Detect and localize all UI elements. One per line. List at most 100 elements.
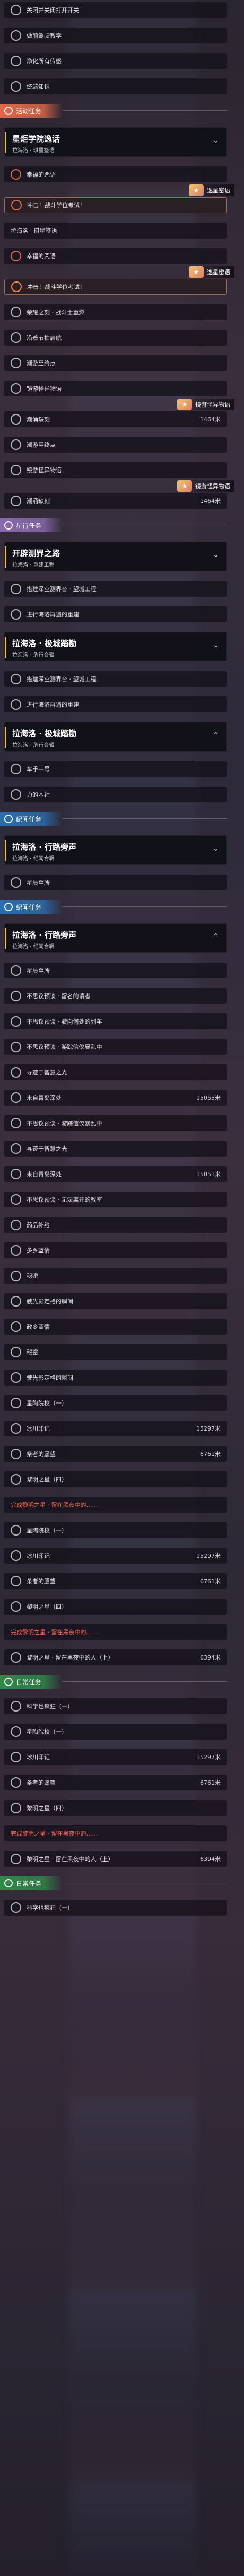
quest-row[interactable]: 力的本社	[4, 787, 227, 802]
quest-row[interactable]: 进行海洛再遇的重建	[4, 606, 227, 622]
quest-row[interactable]: 不思议预谈 · 游踪信仪暴乱中	[4, 1039, 227, 1055]
quest-group-card[interactable]: 拉海洛 · 极城踏勘 拉海洛 · 危行合辑 ⌄	[4, 632, 227, 661]
quest-row[interactable]: 黎明之星（四）	[4, 1800, 227, 1816]
quest-ring-icon	[11, 439, 21, 450]
category-title: 活动任务	[16, 107, 42, 115]
quest-row[interactable]: 不思议预谈 · 无法离开的教室	[4, 1192, 227, 1207]
quest-row[interactable]: 进行海洛再遇的重建	[4, 696, 227, 712]
quest-distance: 15297米	[196, 1754, 221, 1761]
quest-row[interactable]: 驶光影定格的瞬间	[4, 1370, 227, 1386]
quest-row[interactable]: 条者的愿望 6761米	[4, 1775, 227, 1790]
quest-row[interactable]: 镜游怪异物语	[4, 462, 227, 478]
quest-row[interactable]: 拉海洛 · 琪星签语	[4, 223, 227, 239]
quest-row[interactable]: 来自青岛深处 15051米	[4, 1166, 227, 1182]
chevron-down-icon[interactable]: ⌄	[213, 551, 219, 559]
quest-row[interactable]: 秘密	[4, 1344, 227, 1360]
quest-row[interactable]: 星辰至所	[4, 963, 227, 978]
quest-row[interactable]: 黎明之星（四）	[4, 1599, 227, 1615]
category-icon	[4, 1678, 13, 1686]
quest-row[interactable]: 潮涌缺刻 1464米	[4, 493, 227, 509]
quest-row[interactable]: 星辰至所	[4, 875, 227, 890]
quest-row[interactable]: 科学也疯狂（一）	[4, 1900, 227, 1916]
quest-row[interactable]: 黎明之星（四）	[4, 1471, 227, 1487]
quest-row[interactable]: 冰川印记 15297米	[4, 1548, 227, 1564]
quest-group-card[interactable]: 拉海洛 · 行路旁声 拉海洛 · 纪闻合辑 ⌃	[4, 923, 227, 953]
category-header-star: 星行任务	[0, 518, 227, 532]
quest-row[interactable]: 黎明之星 · 留在黑夜中的人（上） 6394米	[4, 1851, 227, 1867]
quest-row[interactable]: 冰川印记 15297米	[4, 1421, 227, 1436]
event-badge-icon: ★	[189, 184, 204, 196]
quest-row[interactable]: 寻迹于智慧之光	[4, 1064, 227, 1080]
quest-row[interactable]: 潮涌缺刻 1464米	[4, 411, 227, 427]
quest-group-card[interactable]: 拉海洛 · 极城踏勘 拉海洛 · 危行合辑 ⌃	[4, 722, 227, 752]
quest-label: 完成黎明之星 · 留在黑夜中的……	[11, 1502, 98, 1508]
quest-ring-icon	[11, 1752, 21, 1762]
quest-label: 条者的愿望	[27, 1578, 56, 1585]
category-title: 纪闻任务	[16, 903, 42, 911]
quest-row[interactable]: 幸福的咒语	[4, 166, 227, 182]
quest-label: 秘密	[27, 1349, 38, 1356]
chevron-up-icon[interactable]: ⌃	[213, 731, 219, 739]
quest-row[interactable]: 条者的愿望 6761米	[4, 1573, 227, 1589]
quest-row[interactable]: 车手一号	[4, 761, 227, 777]
quest-row[interactable]: 星陶院校（一）	[4, 1724, 227, 1740]
quest-label: 黎明之星（四）	[27, 1603, 67, 1610]
quest-row[interactable]: 药品补给	[4, 1217, 227, 1233]
quest-row[interactable]: 多乡蓝情	[4, 1242, 227, 1258]
quest-ring-icon	[11, 414, 21, 425]
quest-ring-icon	[11, 1474, 21, 1485]
quest-row[interactable]: 冲击！战斗学位考试！	[4, 197, 227, 213]
quest-row[interactable]: 幸福的咒语	[4, 248, 227, 264]
quest-row[interactable]: 不思议预谈 · 游踪信仪暴乱中	[4, 1115, 227, 1131]
quest-row[interactable]: 终端知识	[4, 78, 227, 94]
quest-row[interactable]: 政乡蓝情	[4, 1319, 227, 1335]
quest-ring-icon	[11, 281, 22, 292]
chevron-up-icon[interactable]: ⌃	[213, 932, 219, 941]
quest-row[interactable]: 做前驾驶教学	[4, 28, 227, 43]
quest-ring-icon	[11, 699, 21, 710]
quest-row[interactable]: 净化所有传感	[4, 53, 227, 69]
quest-row[interactable]: 潮游至终点	[4, 437, 227, 453]
quest-row[interactable]: 冰川印记 15297米	[4, 1749, 227, 1765]
quest-row[interactable]: 冲击！战斗学位考试！	[4, 279, 227, 295]
quest-row[interactable]: 来自青岛深处 15055米	[4, 1090, 227, 1106]
quest-row[interactable]: 搭建深空测界台 · 望城工程	[4, 581, 227, 597]
quest-row[interactable]: 科学也疯狂（一）	[4, 1698, 227, 1714]
quest-label: 搭建深空测界台 · 望城工程	[27, 586, 97, 593]
quest-group-subtitle: 拉海洛 · 琪星签语	[12, 148, 55, 154]
quest-row[interactable]: 秘密	[4, 1268, 227, 1284]
quest-label: 条者的愿望	[27, 1779, 56, 1786]
quest-ring-icon	[11, 1016, 21, 1027]
quest-row[interactable]: 完成黎明之星 · 留在黑夜中的……	[4, 1825, 227, 1841]
quest-row[interactable]: 寻迹于智慧之光	[4, 1141, 227, 1157]
chevron-down-icon[interactable]: ⌄	[213, 844, 219, 853]
quest-row[interactable]: 黎明之星 · 留在黑夜中的人（上） 6394米	[4, 1649, 227, 1665]
category-title: 纪闻任务	[16, 815, 42, 823]
quest-row[interactable]: 星陶院校（一）	[4, 1395, 227, 1411]
quest-row[interactable]: 关闭并关闭打开开关	[4, 2, 227, 18]
quest-row[interactable]: 潮游至终点	[4, 355, 227, 371]
chevron-down-icon[interactable]: ⌄	[213, 641, 219, 649]
quest-ring-icon	[11, 30, 21, 41]
quest-row[interactable]: 驶光影定格的瞬间	[4, 1293, 227, 1309]
quest-group-card[interactable]: 拉海洛 · 行路旁声 拉海洛 · 纪闻合辑 ⌄	[4, 835, 227, 865]
quest-row[interactable]: 不思议预谈 · 留名的请者	[4, 988, 227, 1004]
quest-row[interactable]: 星陶院校（一）	[4, 1522, 227, 1538]
quest-row[interactable]: 荣耀之刻 · 战斗士重燃	[4, 304, 227, 320]
quest-group-card[interactable]: 星炬学院逸话 拉海洛 · 琪星签语 ⌄	[4, 127, 227, 157]
quest-row[interactable]: 沿着节拍启航	[4, 330, 227, 346]
quest-row[interactable]: 条者的愿望 6761米	[4, 1446, 227, 1462]
quest-label: 黎明之星 · 留在黑夜中的人（上）	[27, 1856, 114, 1863]
quest-group-card[interactable]: 开辟测界之路 拉海洛 · 重建工程 ⌄	[4, 542, 227, 571]
quest-row[interactable]: 完成黎明之星 · 留在黑夜中的……	[4, 1497, 227, 1513]
chevron-down-icon[interactable]: ⌄	[213, 136, 219, 145]
quest-label: 药品补给	[27, 1222, 50, 1229]
quest-row[interactable]: 搭建深空测界台 · 望城工程	[4, 671, 227, 687]
quest-label: 寻迹于智慧之光	[27, 1145, 67, 1152]
quest-row[interactable]: 不思议预谈 · 驶向何处的列车	[4, 1013, 227, 1029]
quest-row[interactable]: 完成黎明之星 · 留在黑夜中的……	[4, 1624, 227, 1640]
quest-distance: 6394米	[200, 1654, 221, 1661]
quest-row[interactable]: 镜游怪异物语	[4, 381, 227, 396]
event-badge: ★ 镜游怪异物语	[176, 399, 234, 410]
quest-label: 潮涌缺刻	[27, 498, 50, 505]
